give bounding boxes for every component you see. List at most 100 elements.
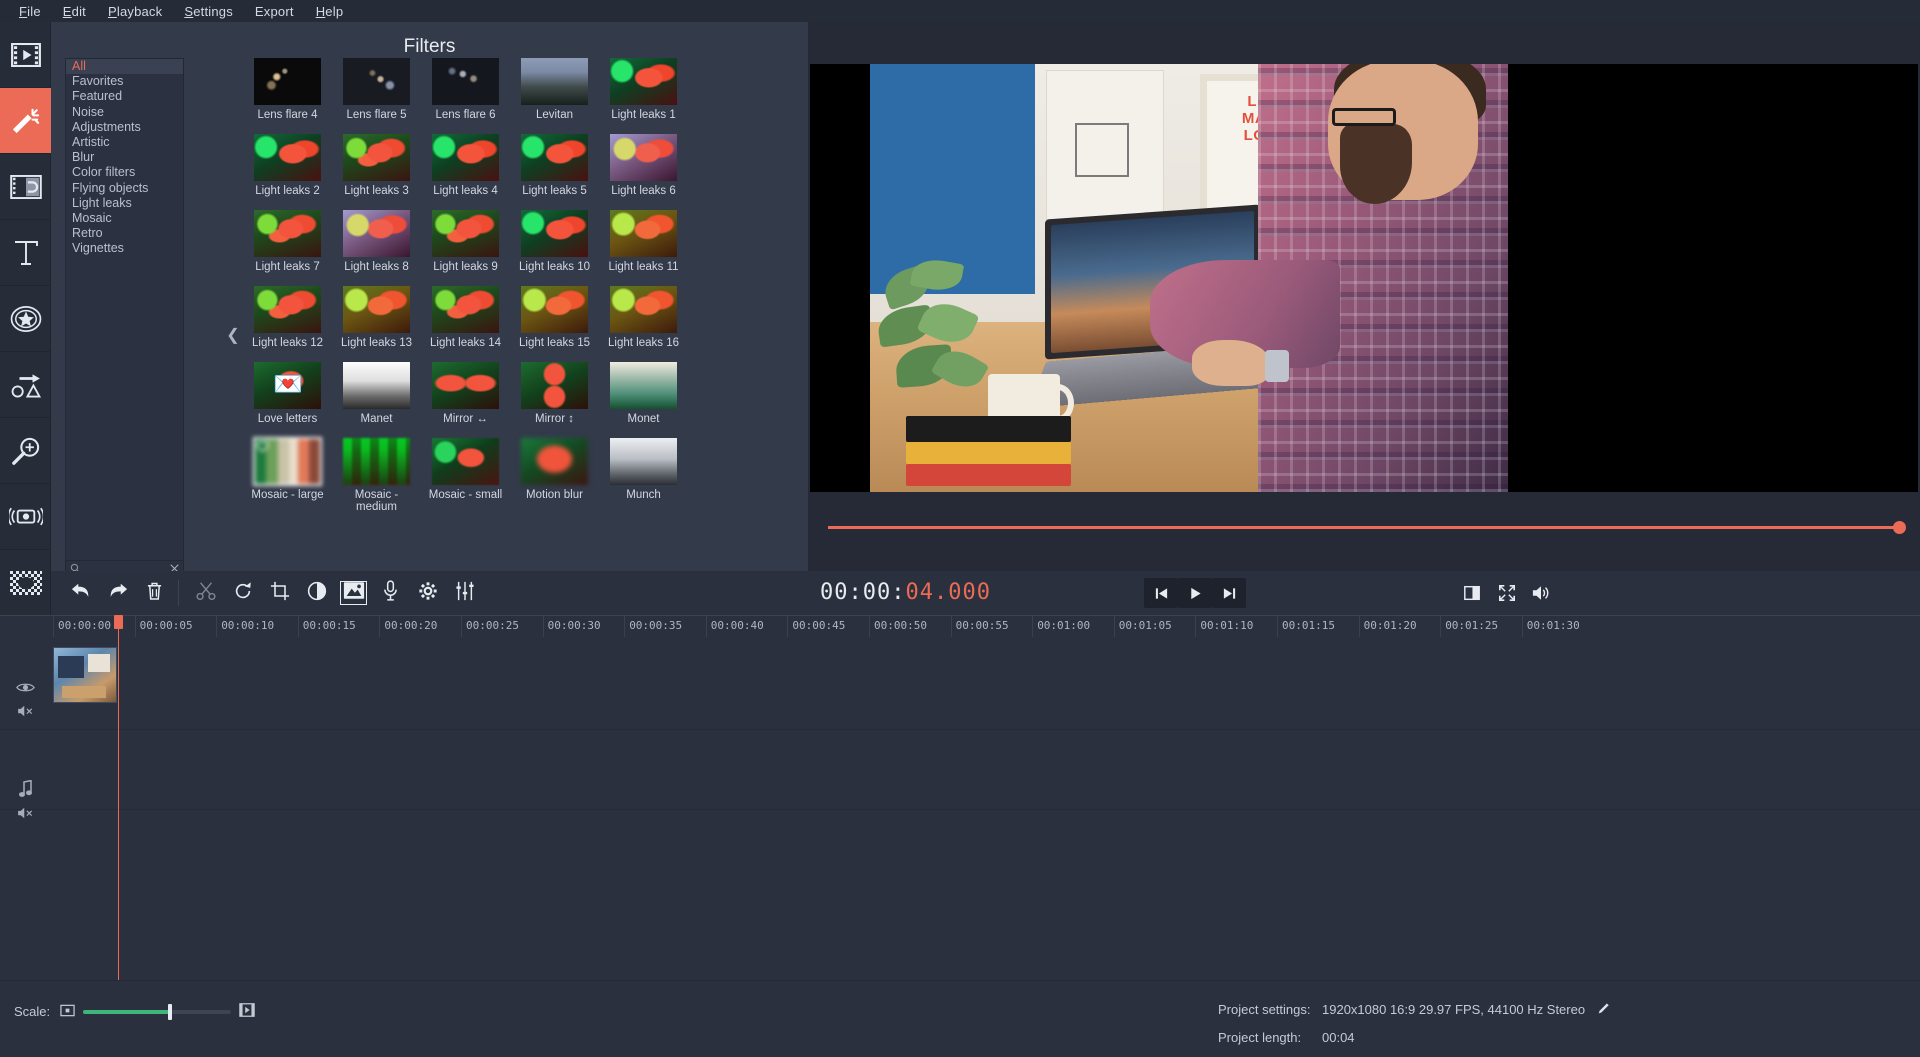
filter-item[interactable]: Mosaic - medium (332, 438, 421, 513)
audio-track-mute-toggle[interactable] (0, 801, 51, 825)
seek-track[interactable] (828, 526, 1900, 529)
rail-button-titles[interactable] (0, 220, 51, 286)
filter-category-favorites[interactable]: Favorites (66, 74, 183, 89)
filter-grid-scroll-area[interactable]: Lens flare 4Lens flare 5Lens flare 6Levi… (198, 58, 808, 571)
filter-item[interactable]: Light leaks 4 (421, 134, 510, 197)
filter-item[interactable]: Light leaks 3 (332, 134, 421, 197)
filter-item[interactable]: Munch (599, 438, 688, 513)
filter-category-flying-objects[interactable]: Flying objects (66, 181, 183, 196)
volume-button[interactable] (1524, 578, 1558, 608)
filter-item[interactable]: Light leaks 11 (599, 210, 688, 273)
scale-slider-handle[interactable] (168, 1004, 172, 1020)
menu-item-settings[interactable]: Settings (173, 2, 244, 21)
playhead-grip[interactable] (114, 615, 123, 629)
favorite-heart-icon[interactable] (256, 440, 269, 453)
filter-item[interactable]: Manet (332, 362, 421, 425)
filter-item[interactable]: Light leaks 1 (599, 58, 688, 121)
filter-item[interactable]: Mirror ↕ (510, 362, 599, 425)
frame-large-icon[interactable] (239, 1002, 255, 1021)
undo-button[interactable] (63, 577, 98, 609)
filter-item[interactable]: Light leaks 6 (599, 134, 688, 197)
color-adjust-button[interactable] (299, 577, 334, 609)
redo-button[interactable] (100, 577, 135, 609)
filter-item[interactable]: Light leaks 5 (510, 134, 599, 197)
ruler-tick-label: 00:00:00 (58, 619, 111, 632)
filter-item[interactable]: 💌Love letters (243, 362, 332, 425)
filter-item[interactable]: Light leaks 9 (421, 210, 510, 273)
video-track-visibility-toggle[interactable] (0, 675, 51, 699)
filter-item[interactable]: Lens flare 5 (332, 58, 421, 121)
rail-button-filters[interactable] (0, 88, 51, 154)
seek-handle[interactable] (1893, 521, 1906, 534)
equalizer-button[interactable] (447, 577, 482, 609)
filter-category-retro[interactable]: Retro (66, 226, 183, 241)
rail-button-transitions[interactable] (0, 154, 51, 220)
scale-slider[interactable] (83, 1010, 231, 1014)
filter-thumbnail (254, 134, 321, 181)
filter-category-color-filters[interactable]: Color filters (66, 165, 183, 180)
filter-item[interactable]: Light leaks 10 (510, 210, 599, 273)
menu-item-export[interactable]: Export (244, 2, 305, 21)
filter-item[interactable]: Lens flare 6 (421, 58, 510, 121)
detach-preview-button[interactable] (1455, 578, 1489, 608)
rail-button-animation[interactable] (0, 352, 51, 418)
filter-item-label: Lens flare 6 (421, 109, 510, 121)
rail-button-stabilization[interactable] (0, 484, 51, 550)
play-button[interactable] (1178, 578, 1212, 608)
previous-frame-button[interactable] (1144, 578, 1178, 608)
rotate-button[interactable] (225, 577, 260, 609)
filter-category-list[interactable]: AllFavoritesFeaturedNoiseAdjustmentsArti… (65, 58, 184, 563)
scene-poster-x-mark (1075, 123, 1129, 177)
filter-category-blur[interactable]: Blur (66, 150, 183, 165)
ruler-tick-label: 00:00:50 (874, 619, 927, 632)
filter-item[interactable]: Light leaks 7 (243, 210, 332, 273)
delete-button[interactable] (137, 577, 172, 609)
seek-bar[interactable] (810, 516, 1918, 540)
next-frame-button[interactable] (1212, 578, 1246, 608)
filter-item[interactable]: Light leaks 13 (332, 286, 421, 349)
filter-item[interactable]: Mosaic - large (243, 438, 332, 513)
filter-item[interactable]: Mosaic - small (421, 438, 510, 513)
filter-item[interactable]: Light leaks 16 (599, 286, 688, 349)
menu-item-file[interactable]: File (8, 2, 52, 21)
timeline-ruler[interactable]: 00:00:0000:00:0500:00:1000:00:1500:00:20… (0, 615, 1920, 637)
rail-button-stickers[interactable] (0, 286, 51, 352)
timeline-video-clip[interactable] (53, 647, 117, 703)
filter-category-mosaic[interactable]: Mosaic (66, 211, 183, 226)
filter-category-all[interactable]: All (66, 59, 183, 74)
fullscreen-button[interactable] (1490, 578, 1524, 608)
filter-category-light-leaks[interactable]: Light leaks (66, 196, 183, 211)
menu-item-playback[interactable]: Playback (97, 2, 173, 21)
filter-item[interactable]: Monet (599, 362, 688, 425)
filter-category-adjustments[interactable]: Adjustments (66, 120, 183, 135)
menu-item-help[interactable]: Help (305, 2, 355, 21)
crop-button[interactable] (262, 577, 297, 609)
filter-category-featured[interactable]: Featured (66, 89, 183, 104)
video-canvas[interactable]: LIVEMAKELOVE (810, 64, 1918, 492)
filter-item[interactable]: Levitan (510, 58, 599, 121)
clip-properties-button[interactable] (410, 577, 445, 609)
menu-item-edit[interactable]: Edit (52, 2, 97, 21)
filter-category-artistic[interactable]: Artistic (66, 135, 183, 150)
filter-item[interactable]: Light leaks 14 (421, 286, 510, 349)
record-audio-button[interactable] (373, 577, 408, 609)
rail-button-pan-and-zoom[interactable] (0, 418, 51, 484)
filter-item[interactable]: Light leaks 12 (243, 286, 332, 349)
video-track-mute-toggle[interactable] (0, 699, 51, 723)
filter-item[interactable]: Light leaks 15 (510, 286, 599, 349)
filter-item[interactable]: Light leaks 2 (243, 134, 332, 197)
timeline-playhead[interactable] (118, 615, 119, 980)
split-button[interactable] (188, 577, 223, 609)
rail-button-import-media[interactable] (0, 22, 51, 88)
pencil-icon[interactable] (1597, 999, 1611, 1025)
filter-item-label: Light leaks 13 (332, 337, 421, 349)
filter-item[interactable]: Mirror ↔ (421, 362, 510, 425)
filter-item[interactable]: Light leaks 8 (332, 210, 421, 273)
filter-item[interactable]: Lens flare 4 (243, 58, 332, 121)
filter-category-vignettes[interactable]: Vignettes (66, 241, 183, 256)
filter-category-noise[interactable]: Noise (66, 105, 183, 120)
rail-button-chroma-key[interactable] (0, 550, 51, 616)
image-properties-button[interactable] (336, 577, 371, 609)
filter-item[interactable]: Motion blur (510, 438, 599, 513)
frame-small-icon[interactable] (60, 1003, 75, 1021)
